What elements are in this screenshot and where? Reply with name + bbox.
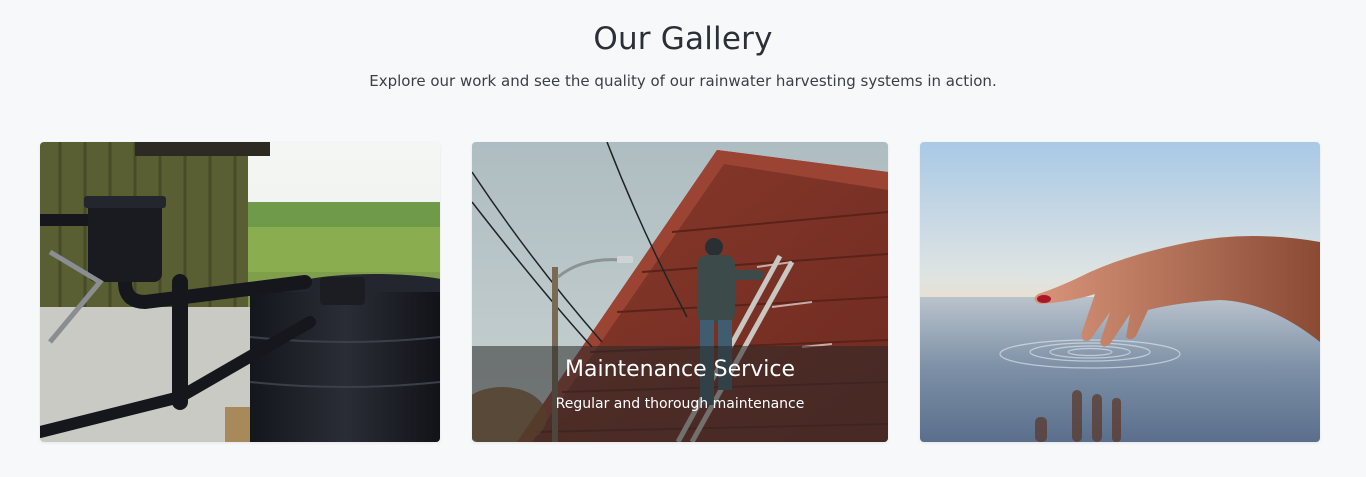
gallery-item-water-surface[interactable] — [920, 142, 1320, 442]
card-caption-overlay: Maintenance Service Regular and thorough… — [472, 346, 888, 442]
gallery-item-maintenance-service[interactable]: Maintenance Service Regular and thorough… — [472, 142, 888, 442]
gallery-subtitle: Explore our work and see the quality of … — [369, 72, 997, 90]
gallery-item-rainwater-tank[interactable] — [40, 142, 440, 442]
card-caption-title: Maintenance Service — [565, 357, 795, 382]
gallery-title: Our Gallery — [593, 21, 773, 57]
gallery-section: Our Gallery Explore our work and see the… — [0, 0, 1366, 477]
hand-touching-water-photo — [920, 142, 1320, 442]
card-caption-text: Regular and thorough maintenance — [555, 396, 805, 412]
rainwater-tank-photo — [40, 142, 440, 442]
